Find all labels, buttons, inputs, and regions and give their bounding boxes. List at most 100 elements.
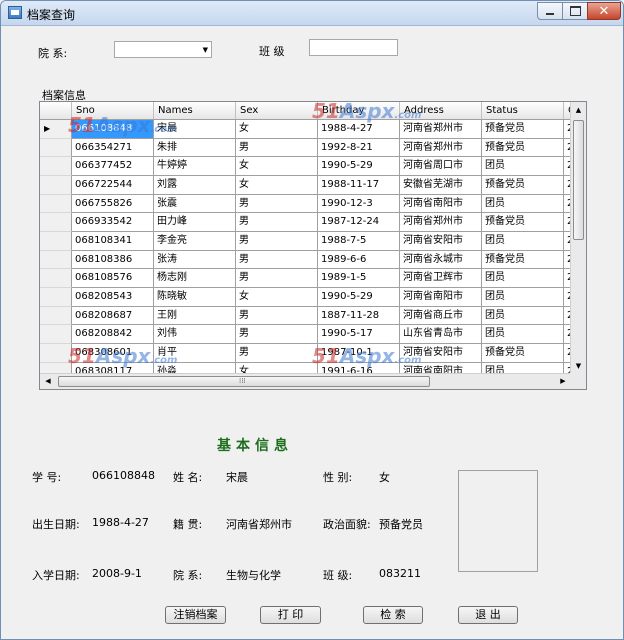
table-cell[interactable]: 066722544: [72, 175, 154, 195]
table-cell[interactable]: 068108341: [72, 231, 154, 251]
table-cell[interactable]: 女: [236, 287, 318, 307]
table-row[interactable]: 068208687王刚男1887-11-28河南省商丘市团员20: [40, 306, 571, 326]
table-cell[interactable]: 男: [236, 231, 318, 251]
table-cell[interactable]: 宋晨: [154, 120, 236, 139]
row-header[interactable]: [40, 157, 72, 176]
row-header[interactable]: [40, 231, 72, 251]
records-grid[interactable]: Sno Names Sex Birthday Address Status C …: [39, 101, 587, 390]
table-cell[interactable]: 刘伟: [154, 325, 236, 344]
row-header[interactable]: [40, 213, 72, 232]
table-cell[interactable]: 男: [236, 269, 318, 288]
table-cell[interactable]: 1988-11-17: [318, 175, 400, 195]
table-cell[interactable]: 1989-1-5: [318, 269, 400, 288]
table-cell[interactable]: 066377452: [72, 157, 154, 176]
table-cell[interactable]: 河南省郑州市: [400, 213, 482, 232]
table-cell[interactable]: 河南省周口市: [400, 157, 482, 176]
table-cell[interactable]: 朱排: [154, 138, 236, 158]
column-header-status[interactable]: Status: [482, 102, 564, 119]
table-cell[interactable]: 预备党员: [482, 213, 564, 232]
table-cell[interactable]: 男: [236, 306, 318, 326]
table-cell[interactable]: 预备党员: [482, 120, 564, 139]
table-row[interactable]: ▶066108848宋晨女1988-4-27河南省郑州市预备党员20: [40, 120, 571, 139]
table-cell[interactable]: 肖平: [154, 343, 236, 363]
table-cell[interactable]: 河南省卫辉市: [400, 269, 482, 288]
table-cell[interactable]: 1990-5-17: [318, 325, 400, 344]
table-cell[interactable]: 066354271: [72, 138, 154, 158]
table-row[interactable]: 068108341李金亮男1988-7-5河南省安阳市团员20: [40, 231, 571, 251]
table-cell[interactable]: 066755826: [72, 194, 154, 214]
table-cell[interactable]: 团员: [482, 194, 564, 214]
table-cell[interactable]: 杨志刚: [154, 269, 236, 288]
table-cell[interactable]: 团员: [482, 157, 564, 176]
scroll-right-icon[interactable]: ▶: [555, 374, 571, 389]
scroll-left-icon[interactable]: ◀: [40, 374, 56, 389]
table-cell[interactable]: 团员: [482, 287, 564, 307]
column-header-sex[interactable]: Sex: [236, 102, 318, 119]
table-cell[interactable]: 男: [236, 325, 318, 344]
row-header[interactable]: [40, 343, 72, 363]
table-cell[interactable]: 张震: [154, 194, 236, 214]
table-cell[interactable]: 1992-8-21: [318, 138, 400, 158]
table-cell[interactable]: 1988-7-5: [318, 231, 400, 251]
table-cell[interactable]: 男: [236, 213, 318, 232]
table-cell[interactable]: 河南省永城市: [400, 250, 482, 270]
table-cell[interactable]: 1987-12-24: [318, 213, 400, 232]
print-button[interactable]: 打 印: [260, 606, 321, 624]
horizontal-scroll-thumb[interactable]: ⁞⁞⁞: [58, 376, 430, 387]
table-cell[interactable]: 男: [236, 194, 318, 214]
table-row[interactable]: 068208842刘伟男1990-5-17山东省青岛市团员20: [40, 325, 571, 344]
close-button[interactable]: ✕: [587, 2, 621, 20]
table-cell[interactable]: 女: [236, 157, 318, 176]
table-cell[interactable]: 河南省安阳市: [400, 343, 482, 363]
table-row[interactable]: 066933542田力峰男1987-12-24河南省郑州市预备党员20: [40, 213, 571, 232]
table-cell[interactable]: 1988-4-27: [318, 120, 400, 139]
table-cell[interactable]: 团员: [482, 231, 564, 251]
table-cell[interactable]: 1990-5-29: [318, 157, 400, 176]
table-cell[interactable]: 河南省商丘市: [400, 306, 482, 326]
cancel-record-button[interactable]: 注销档案: [165, 606, 226, 624]
table-cell[interactable]: 王刚: [154, 306, 236, 326]
table-row[interactable]: 066755826张震男1990-12-3河南省南阳市团员20: [40, 194, 571, 214]
scroll-down-icon[interactable]: ▼: [571, 358, 586, 374]
row-header[interactable]: [40, 250, 72, 270]
row-header[interactable]: [40, 306, 72, 326]
row-header[interactable]: [40, 269, 72, 288]
table-row[interactable]: 068208543陈晓敏女1990-5-29河南省南阳市团员20: [40, 287, 571, 307]
row-header[interactable]: ▶: [40, 120, 72, 139]
table-cell[interactable]: 团员: [482, 306, 564, 326]
table-row[interactable]: 068108576杨志刚男1989-1-5河南省卫辉市团员20: [40, 269, 571, 288]
department-combo[interactable]: ▼: [114, 41, 212, 58]
table-cell[interactable]: 1990-12-3: [318, 194, 400, 214]
vertical-scroll-thumb[interactable]: [573, 120, 584, 240]
row-header[interactable]: [40, 325, 72, 344]
table-cell[interactable]: 预备党员: [482, 250, 564, 270]
table-cell[interactable]: 河南省郑州市: [400, 120, 482, 139]
row-header[interactable]: [40, 194, 72, 214]
row-header[interactable]: [40, 175, 72, 195]
table-row[interactable]: 066377452牛婷婷女1990-5-29河南省周口市团员20: [40, 157, 571, 176]
row-header[interactable]: [40, 138, 72, 158]
table-cell[interactable]: 068208687: [72, 306, 154, 326]
table-cell[interactable]: 团员: [482, 269, 564, 288]
table-cell[interactable]: 河南省南阳市: [400, 194, 482, 214]
table-cell[interactable]: 男: [236, 343, 318, 363]
table-cell[interactable]: 068208842: [72, 325, 154, 344]
table-cell[interactable]: 刘露: [154, 175, 236, 195]
table-cell[interactable]: 女: [236, 175, 318, 195]
table-cell[interactable]: 田力峰: [154, 213, 236, 232]
row-header[interactable]: [40, 287, 72, 307]
column-header-address[interactable]: Address: [400, 102, 482, 119]
table-cell[interactable]: 066933542: [72, 213, 154, 232]
table-cell[interactable]: 1990-5-29: [318, 287, 400, 307]
table-cell[interactable]: 预备党员: [482, 175, 564, 195]
table-cell[interactable]: 预备党员: [482, 138, 564, 158]
table-cell[interactable]: 河南省南阳市: [400, 287, 482, 307]
table-cell[interactable]: 李金亮: [154, 231, 236, 251]
column-header-names[interactable]: Names: [154, 102, 236, 119]
table-cell[interactable]: 安徽省芜湖市: [400, 175, 482, 195]
title-bar[interactable]: 档案查询 ✕: [1, 1, 623, 26]
maximize-button[interactable]: [562, 2, 588, 20]
table-cell[interactable]: 团员: [482, 325, 564, 344]
minimize-button[interactable]: [537, 2, 563, 20]
table-cell[interactable]: 068208543: [72, 287, 154, 307]
